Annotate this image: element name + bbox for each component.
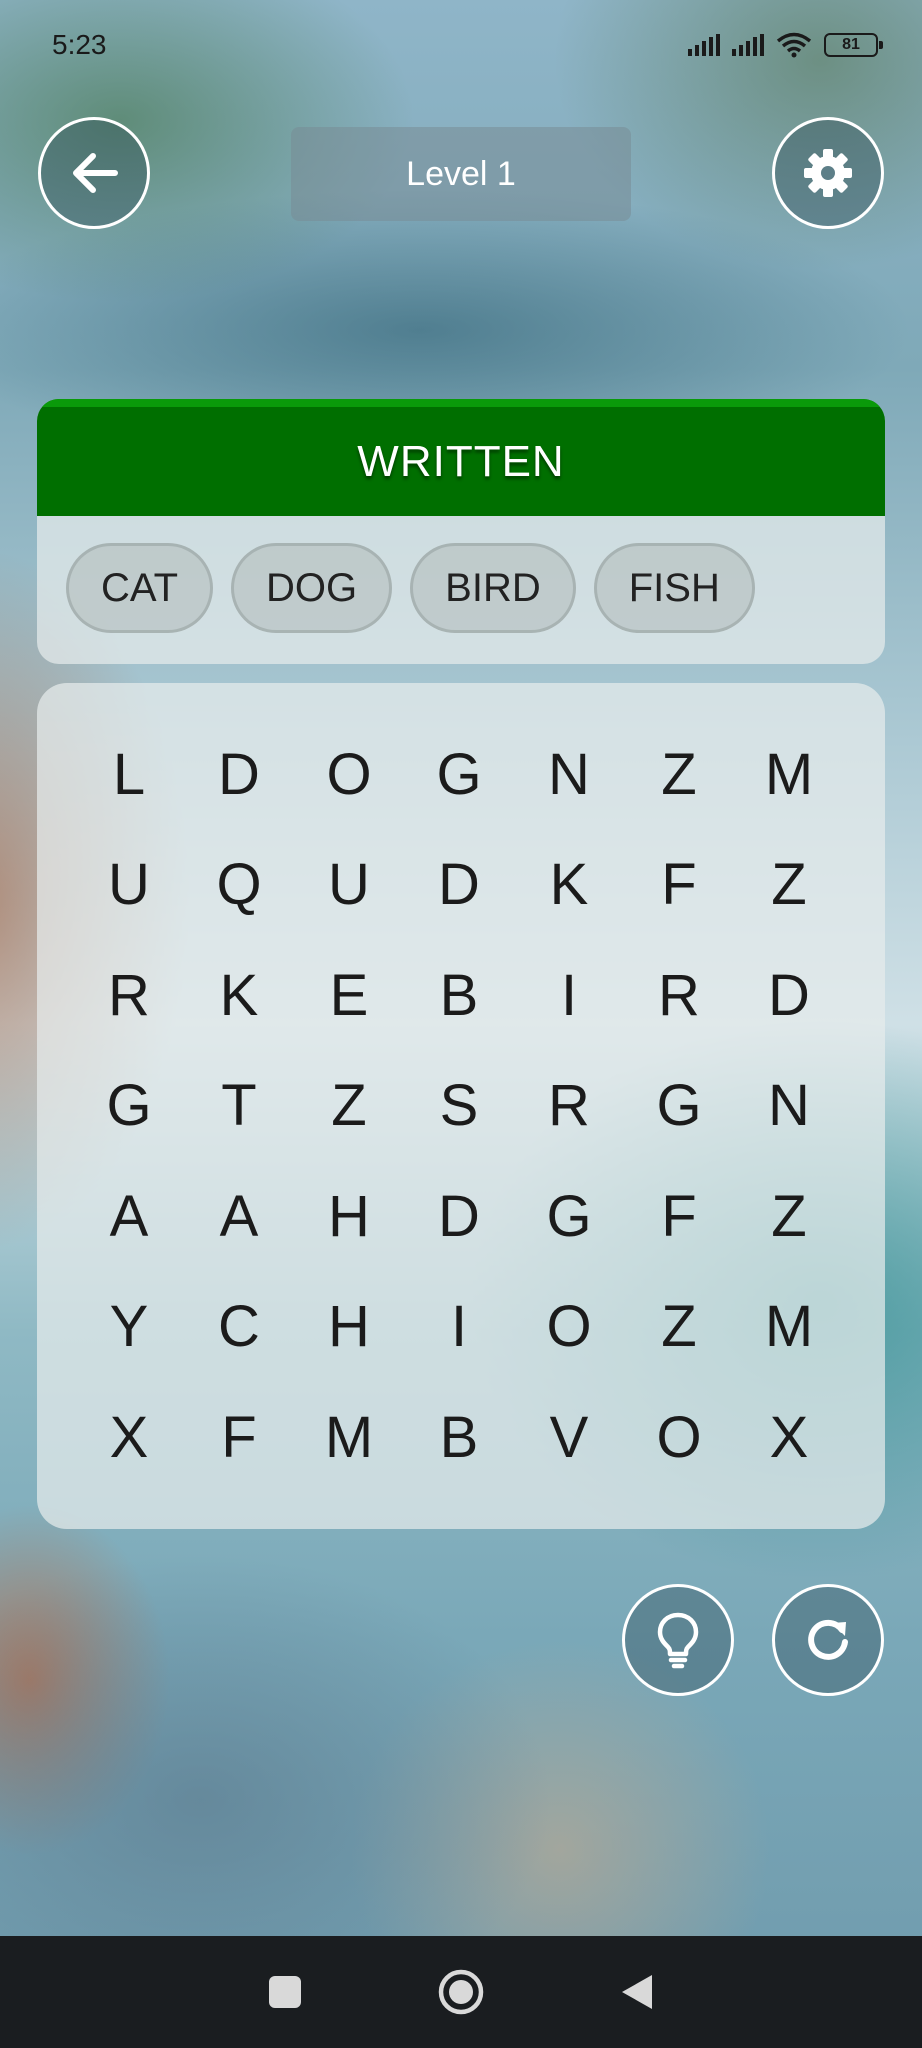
grid-cell[interactable]: C	[184, 1272, 294, 1383]
grid-cell[interactable]: M	[294, 1382, 404, 1493]
restart-button[interactable]	[772, 1584, 884, 1696]
grid-cell[interactable]: I	[514, 940, 624, 1051]
grid-cell[interactable]: M	[734, 719, 844, 830]
grid-cell[interactable]: B	[404, 940, 514, 1051]
grid-cell[interactable]: D	[734, 940, 844, 1051]
home-circle-icon	[438, 1969, 484, 2015]
word-chip-bird: BIRD	[410, 543, 576, 633]
grid-cell[interactable]: E	[294, 940, 404, 1051]
grid-cell[interactable]: Z	[734, 830, 844, 941]
grid-cell[interactable]: D	[184, 719, 294, 830]
word-chip-cat: CAT	[66, 543, 214, 633]
grid-cell[interactable]: T	[184, 1051, 294, 1162]
grid-cell[interactable]: N	[734, 1051, 844, 1162]
grid-cell[interactable]: Z	[624, 1272, 734, 1383]
grid-cell[interactable]: M	[734, 1272, 844, 1383]
grid-cell[interactable]: U	[294, 830, 404, 941]
grid-cell[interactable]: O	[624, 1382, 734, 1493]
grid-cell[interactable]: D	[404, 1161, 514, 1272]
grid-cell[interactable]: Y	[74, 1272, 184, 1383]
words-panel-title: WRITTEN	[37, 399, 885, 516]
triangle-back-icon	[622, 1975, 652, 2009]
grid-cell[interactable]: H	[294, 1161, 404, 1272]
battery-icon: 81	[824, 33, 883, 57]
settings-button[interactable]	[772, 117, 884, 229]
grid-cell[interactable]: A	[74, 1161, 184, 1272]
grid-cell[interactable]: F	[184, 1382, 294, 1493]
letter-grid[interactable]: LDOGNZMUQUDKFZRKEBIRDGTZSRGNAAHDGFZYCHIO…	[74, 719, 844, 1493]
grid-cell[interactable]: K	[514, 830, 624, 941]
grid-cell[interactable]: U	[74, 830, 184, 941]
grid-cell[interactable]: N	[514, 719, 624, 830]
grid-cell[interactable]: G	[74, 1051, 184, 1162]
grid-cell[interactable]: D	[404, 830, 514, 941]
grid-cell[interactable]: Z	[734, 1161, 844, 1272]
grid-cell[interactable]: O	[294, 719, 404, 830]
letter-grid-panel: LDOGNZMUQUDKFZRKEBIRDGTZSRGNAAHDGFZYCHIO…	[37, 683, 885, 1529]
grid-cell[interactable]: Q	[184, 830, 294, 941]
grid-cell[interactable]: L	[74, 719, 184, 830]
level-indicator: Level 1	[291, 127, 631, 221]
grid-cell[interactable]: R	[624, 940, 734, 1051]
grid-cell[interactable]: G	[404, 719, 514, 830]
lightbulb-icon	[657, 1612, 699, 1669]
signal-icon	[688, 34, 720, 56]
wifi-icon	[776, 32, 812, 58]
back-nav-button[interactable]	[612, 1967, 662, 2017]
grid-cell[interactable]: X	[734, 1382, 844, 1493]
grid-cell[interactable]: V	[514, 1382, 624, 1493]
status-time: 5:23	[52, 29, 107, 60]
arrow-left-icon	[73, 153, 118, 193]
grid-cell[interactable]: H	[294, 1272, 404, 1383]
grid-cell[interactable]: G	[514, 1161, 624, 1272]
word-chip-dog: DOG	[231, 543, 393, 633]
gear-icon	[804, 149, 852, 197]
words-panel: WRITTEN CAT DOG BIRD FISH	[37, 399, 885, 664]
signal-icon-2	[732, 34, 764, 56]
grid-cell[interactable]: F	[624, 830, 734, 941]
grid-cell[interactable]: Z	[294, 1051, 404, 1162]
level-label: Level 1	[406, 154, 516, 193]
grid-cell[interactable]: O	[514, 1272, 624, 1383]
square-icon	[269, 1976, 301, 2008]
status-icons: 81	[688, 32, 883, 58]
grid-cell[interactable]: A	[184, 1161, 294, 1272]
grid-cell[interactable]: B	[404, 1382, 514, 1493]
grid-cell[interactable]: R	[514, 1051, 624, 1162]
grid-cell[interactable]: I	[404, 1272, 514, 1383]
home-button[interactable]	[436, 1967, 486, 2017]
refresh-icon	[808, 1619, 848, 1660]
word-chip-fish: FISH	[593, 543, 755, 633]
system-nav-bar	[0, 1936, 922, 2048]
back-button[interactable]	[38, 117, 150, 229]
grid-cell[interactable]: X	[74, 1382, 184, 1493]
recents-button[interactable]	[260, 1967, 310, 2017]
grid-cell[interactable]: F	[624, 1161, 734, 1272]
hint-button[interactable]	[622, 1584, 734, 1696]
grid-cell[interactable]: S	[404, 1051, 514, 1162]
grid-cell[interactable]: K	[184, 940, 294, 1051]
grid-cell[interactable]: R	[74, 940, 184, 1051]
word-list: CAT DOG BIRD FISH	[37, 516, 885, 633]
grid-cell[interactable]: G	[624, 1051, 734, 1162]
status-bar: 5:23 81	[0, 0, 922, 90]
grid-cell[interactable]: Z	[624, 719, 734, 830]
